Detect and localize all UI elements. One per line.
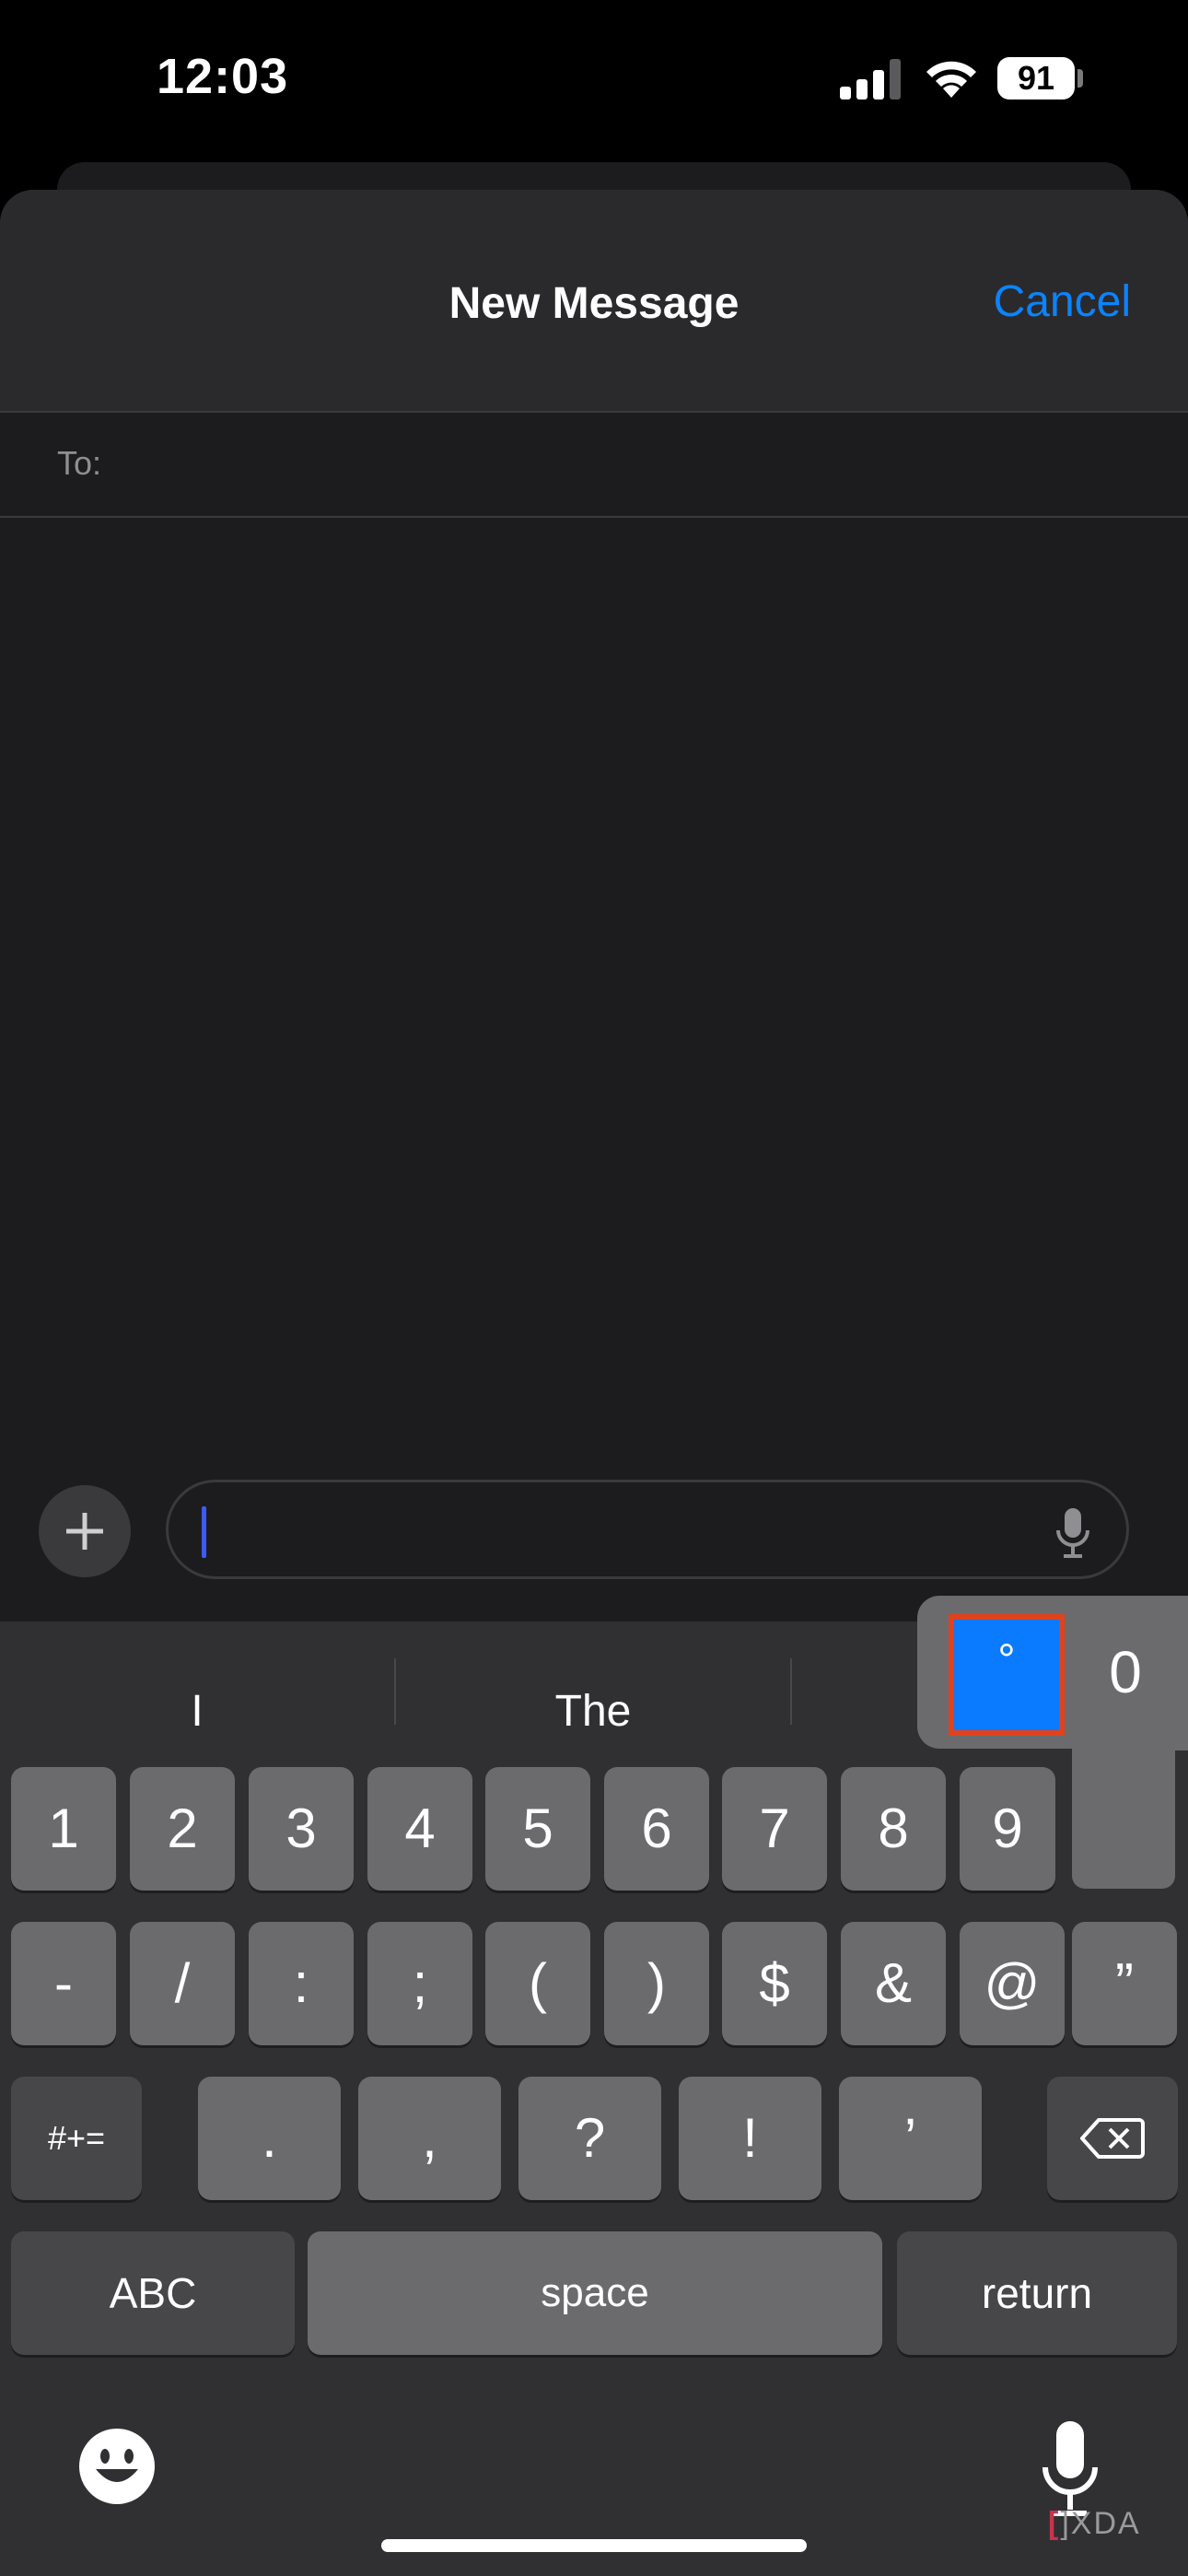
key-semicolon[interactable]: ; bbox=[367, 1922, 472, 2045]
key-4[interactable]: 4 bbox=[367, 1767, 472, 1891]
prediction-divider bbox=[790, 1658, 792, 1725]
key-question[interactable]: ? bbox=[518, 2077, 661, 2200]
battery-cap bbox=[1077, 69, 1083, 88]
popup-stem bbox=[1072, 1732, 1175, 1889]
battery-indicator: 91 bbox=[997, 57, 1075, 100]
xda-watermark: []XDA bbox=[1048, 2506, 1141, 2542]
home-indicator[interactable] bbox=[381, 2539, 807, 2552]
add-attachment-button[interactable] bbox=[39, 1485, 131, 1577]
key-5[interactable]: 5 bbox=[485, 1767, 590, 1891]
key-6[interactable]: 6 bbox=[604, 1767, 709, 1891]
key-exclamation[interactable]: ! bbox=[679, 2077, 821, 2200]
message-input[interactable] bbox=[166, 1480, 1129, 1579]
emoji-icon[interactable] bbox=[79, 2429, 155, 2504]
space-key[interactable]: space bbox=[308, 2231, 882, 2355]
degree-symbol-option[interactable]: ° bbox=[949, 1614, 1065, 1736]
prediction-1[interactable]: I bbox=[0, 1686, 394, 1737]
key-7[interactable]: 7 bbox=[722, 1767, 827, 1891]
key-more-symbols[interactable]: #+= bbox=[11, 2077, 142, 2200]
key-at[interactable]: @ bbox=[960, 1922, 1065, 2045]
abc-key[interactable]: ABC bbox=[11, 2231, 295, 2355]
cancel-button[interactable]: Cancel bbox=[994, 276, 1131, 327]
status-bar: 12:03 91 bbox=[0, 0, 1188, 157]
key-slash[interactable]: / bbox=[130, 1922, 235, 2045]
key-2[interactable]: 2 bbox=[130, 1767, 235, 1891]
status-time: 12:03 bbox=[157, 49, 289, 104]
watermark-bracket: [ bbox=[1048, 2506, 1061, 2541]
key-9[interactable]: 9 bbox=[960, 1767, 1055, 1891]
key-hyphen[interactable]: - bbox=[11, 1922, 116, 2045]
to-label: To: bbox=[57, 444, 102, 482]
text-cursor bbox=[202, 1506, 206, 1558]
recipient-field[interactable]: To: bbox=[0, 411, 1188, 518]
key-dollar[interactable]: $ bbox=[722, 1922, 827, 2045]
key-comma[interactable]: , bbox=[358, 2077, 501, 2200]
key-close-paren[interactable]: ) bbox=[604, 1922, 709, 2045]
key-ampersand[interactable]: & bbox=[841, 1922, 946, 2045]
delete-key[interactable] bbox=[1047, 2077, 1178, 2200]
key-period[interactable]: . bbox=[198, 2077, 341, 2200]
key-8[interactable]: 8 bbox=[841, 1767, 946, 1891]
cellular-signal-icon bbox=[840, 59, 901, 100]
return-key[interactable]: return bbox=[897, 2231, 1177, 2355]
key-open-paren[interactable]: ( bbox=[485, 1922, 590, 2045]
key-3[interactable]: 3 bbox=[249, 1767, 354, 1891]
prediction-2[interactable]: The bbox=[396, 1686, 790, 1737]
zero-option[interactable]: 0 bbox=[1079, 1614, 1171, 1736]
navigation-bar: New Message Cancel bbox=[0, 190, 1188, 413]
watermark-text: ]XDA bbox=[1060, 2506, 1141, 2541]
key-apostrophe[interactable]: ’ bbox=[839, 2077, 982, 2200]
backspace-icon bbox=[1080, 2118, 1145, 2159]
key-quote[interactable]: ” bbox=[1072, 1922, 1177, 2045]
wifi-icon bbox=[926, 61, 976, 98]
dictation-mic-icon[interactable] bbox=[1053, 1506, 1093, 1560]
key-1[interactable]: 1 bbox=[11, 1767, 116, 1891]
key-colon[interactable]: : bbox=[249, 1922, 354, 2045]
